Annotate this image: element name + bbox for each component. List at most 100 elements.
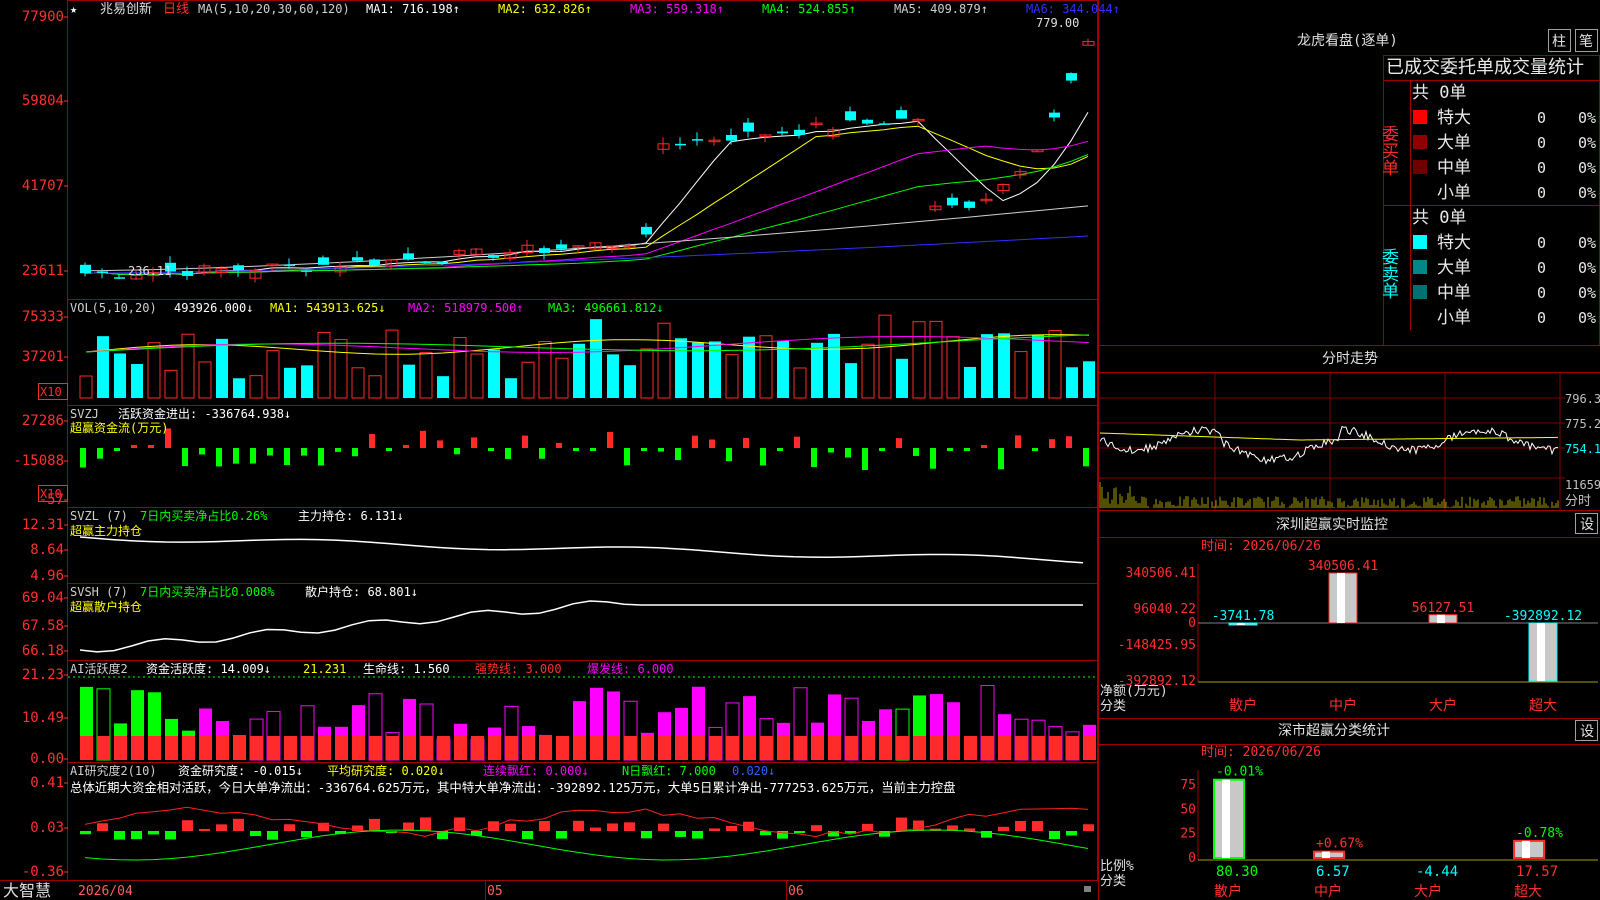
retail-line (79, 600, 1083, 653)
candle-down (403, 253, 414, 260)
activity-base (777, 736, 790, 760)
volume-bar-up (368, 375, 382, 399)
activity-base (284, 736, 297, 760)
volume-bar-up (912, 321, 926, 399)
ai2-y-axis: 0.41 0.03 -0.36 (22, 775, 68, 880)
cls-bar-highlight (1322, 851, 1330, 858)
ai1-b: 21.231 (303, 662, 346, 676)
activity-base (743, 736, 756, 760)
lock-icon[interactable] (1084, 886, 1091, 892)
terminal-canvas: ★ 兆易创新 日线 MA(5,10,20,30,60,120) MA1: 716… (0, 0, 1600, 900)
ma-line (84, 205, 1089, 272)
ai2-b: 平均研究度: 0.020↓ (327, 763, 445, 778)
activity-bars (68, 676, 1097, 761)
candle-down (301, 270, 312, 272)
volume-bar-up (929, 320, 943, 399)
app-name: 大智慧 (3, 881, 51, 900)
research-bar-down (641, 831, 652, 839)
y-tick-label: 0.00 (30, 751, 64, 767)
sz-category-label: 超大 (1529, 698, 1557, 714)
intraday-unit: 分时 (1565, 494, 1591, 509)
sz-value-label: -392892.12 (1504, 609, 1582, 624)
candlesticks[interactable] (80, 38, 1095, 283)
volume-bar-down (1066, 367, 1078, 398)
flow-bar-out (199, 448, 205, 455)
flow-bar-out (879, 448, 885, 451)
research-bar-up (658, 823, 669, 831)
activity-base (233, 736, 246, 760)
retail-holding-line (79, 600, 1083, 653)
activity-base (1015, 736, 1028, 760)
high-price-mark: 779.00 (1036, 16, 1079, 30)
research-bar-up (369, 818, 380, 831)
intraday-y-1: 796.3 (1565, 392, 1600, 406)
star-icon[interactable]: ★ (70, 2, 77, 16)
flow-bar-out (505, 448, 511, 459)
order-percent: 0% (1578, 134, 1596, 152)
candle-down (352, 257, 363, 261)
volume-bar-down (97, 336, 109, 398)
svzl-legend: SVZL (7) 7日内买卖净占比0.26% 主力持仓: 6.131↓ 超赢主力… (70, 508, 404, 538)
flow-bar-out (913, 448, 919, 456)
volume-bar-up (725, 354, 739, 399)
flow-bar-in (607, 431, 613, 448)
research-bar-up (233, 818, 244, 831)
research-bar-up (1032, 821, 1043, 831)
volume-bar-down (114, 353, 126, 398)
candle-down (114, 277, 125, 279)
sz-y-label: -148425.95 (1118, 638, 1196, 653)
activity-base (267, 736, 280, 760)
research-bar-up (1083, 824, 1094, 831)
activity-base (862, 736, 875, 760)
volume-bar-down (981, 334, 993, 398)
candle-down (488, 254, 499, 258)
order-percent: 0% (1578, 109, 1596, 127)
y-tick-label: 0.41 (30, 775, 64, 791)
intraday-vol-max: 11659 (1565, 478, 1600, 492)
flow-bar-out (182, 448, 188, 467)
vol-title: VOL(5,10,20) (70, 301, 157, 315)
cls-value-label: 6.57 (1316, 864, 1350, 880)
ma-legend-label: MA1: 716.198↑ (366, 2, 460, 16)
research-bar-down (675, 831, 686, 837)
flow-bar-in (471, 437, 477, 448)
flow-bar-out (1032, 448, 1038, 452)
flow-bar-in (709, 439, 715, 448)
research-bar-down (1049, 831, 1060, 840)
cls-title: 深市超赢分类统计 (1278, 722, 1390, 739)
order-size-swatch (1413, 160, 1427, 174)
svzj-legend: SVZJ 活跃资金进出: -336764.938↓ 超赢资金流(万元) (70, 406, 291, 435)
activity-base (1066, 736, 1079, 760)
activity-base (1083, 736, 1096, 760)
flow-bar-in (420, 430, 426, 448)
flow-bar-out (760, 448, 766, 466)
sz-unit-1: 净额(万元) (1100, 684, 1168, 699)
flow-bar-out (335, 448, 341, 452)
activity-base (981, 736, 994, 760)
vol-ma3: MA3: 496661.812↓ (548, 301, 664, 315)
period-label[interactable]: 日线 (163, 2, 189, 17)
y-tick-label: -15088 (13, 453, 64, 469)
y-tick-label: 12.31 (22, 517, 64, 533)
volume-bar-down (709, 341, 721, 398)
order-percent: 0% (1578, 159, 1596, 177)
activity-base (97, 736, 110, 760)
svsh-title: SVSH (7) (70, 585, 128, 599)
sz-y-label: 0 (1188, 616, 1196, 631)
sz-unit-2: 分类 (1100, 699, 1126, 714)
flow-bar-out (675, 448, 681, 461)
candle-down (1066, 73, 1077, 81)
research-bar-up (709, 828, 720, 831)
order-size-name: 特大 (1437, 233, 1471, 253)
intraday-chart (1099, 373, 1565, 510)
activity-base (607, 736, 620, 760)
flow-bar-out (318, 448, 324, 466)
research-bar-up (607, 823, 618, 831)
flow-bar-in (403, 445, 409, 448)
research-bar-up (624, 822, 635, 831)
activity-base (369, 736, 382, 760)
research-bar-up (420, 817, 431, 831)
volume-bar-down (301, 365, 313, 398)
order-percent: 0% (1578, 184, 1596, 202)
research-bar-down (692, 831, 703, 839)
